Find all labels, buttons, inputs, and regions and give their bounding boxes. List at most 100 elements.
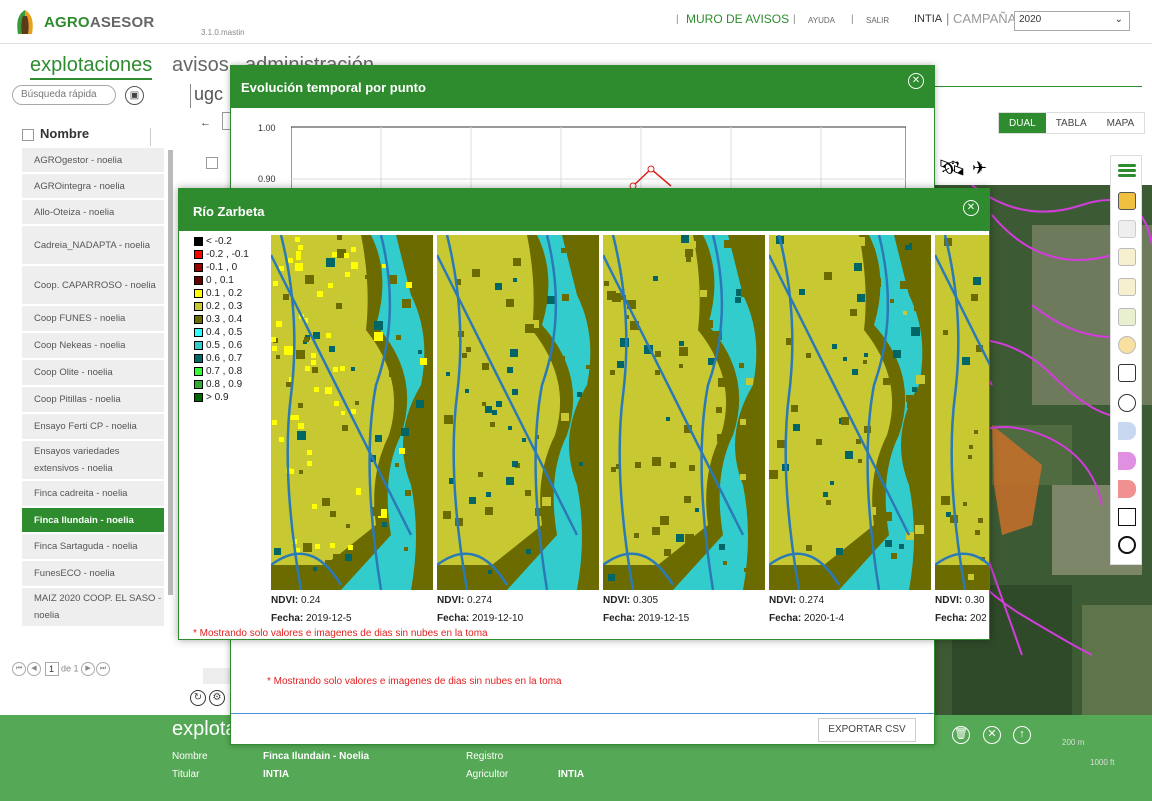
prev-page-icon[interactable]: ◀	[27, 662, 41, 676]
row-checkbox[interactable]	[206, 157, 218, 169]
drone-icon[interactable]: ✈	[972, 158, 998, 184]
legend-swatch	[194, 276, 203, 285]
list-item[interactable]: Coop. CAPARROSO - noelia	[22, 266, 164, 305]
export-csv-button[interactable]: EXPORTAR CSV	[818, 718, 916, 742]
close-icon[interactable]: ✕	[983, 726, 1001, 744]
legend-label: < -0.2	[206, 236, 232, 247]
titular-value: INTIA	[263, 769, 290, 780]
modal-header: Evolución temporal por punto	[231, 66, 934, 108]
list-item[interactable]: Allo-Oteiza - noelia	[22, 200, 164, 225]
list-item[interactable]: Coop FUNES - noelia	[22, 306, 164, 332]
legend-label: 0.2 , 0.3	[206, 301, 243, 312]
list-item[interactable]: Cadreia_NADAPTA - noelia	[22, 226, 164, 265]
nav-separator: |	[851, 14, 854, 25]
brand-name[interactable]: AGROASESOR	[44, 14, 154, 31]
map-edit-icon[interactable]	[1118, 308, 1136, 326]
list-header[interactable]: Nombre	[22, 126, 164, 148]
layers-icon[interactable]	[1118, 364, 1136, 382]
muro-avisos-link[interactable]: MURO DE AVISOS	[686, 12, 789, 26]
select-all-checkbox[interactable]	[22, 128, 34, 141]
salir-link[interactable]: SALIR	[866, 16, 889, 25]
save-icon[interactable]: ▣	[125, 86, 144, 105]
list-item[interactable]: Finca Ilundain - noelia	[22, 508, 164, 533]
measure-icon[interactable]	[1118, 394, 1136, 412]
nav-separator: |	[793, 14, 796, 25]
ndvi-caption: NDVI: 0.274	[437, 595, 493, 606]
next-page-icon[interactable]: ▶	[81, 662, 96, 676]
ndvi-image-tile[interactable]	[769, 235, 931, 590]
edit-polygon-icon[interactable]	[1118, 278, 1136, 296]
menu-icon[interactable]	[1118, 164, 1136, 167]
back-arrow-icon[interactable]: ←	[200, 117, 211, 129]
quick-search-input[interactable]: Búsqueda rápida	[12, 85, 116, 105]
y-tick: 0.90	[258, 174, 276, 184]
first-page-icon[interactable]: ⏮	[12, 662, 26, 676]
compass-icon[interactable]	[1118, 336, 1136, 354]
cloud-note: * Mostrando solo valores e imagenes de d…	[267, 676, 562, 687]
square-icon[interactable]	[1118, 508, 1136, 526]
shape-blue-icon[interactable]	[1118, 422, 1136, 440]
close-icon[interactable]: ✕	[963, 200, 979, 216]
legend-label: > 0.9	[206, 392, 229, 403]
list-item[interactable]: Coop Olite - noelia	[22, 360, 164, 386]
ndvi-image-tile[interactable]	[935, 235, 989, 590]
nombre-label: Nombre	[172, 751, 208, 762]
fecha-caption: Fecha: 2019-12-15	[603, 613, 690, 624]
view-dual-button[interactable]: DUAL	[999, 113, 1046, 133]
y-tick: 1.00	[258, 123, 276, 133]
ndvi-image-tile[interactable]	[603, 235, 765, 590]
list-item[interactable]: Coop Nekeas - noelia	[22, 333, 164, 359]
ugc-field[interactable]: ugc	[190, 84, 223, 108]
ndvi-image-tile[interactable]	[437, 235, 599, 590]
list-item[interactable]: Ensayo Ferti CP - noelia	[22, 414, 164, 440]
tab-avisos[interactable]: avisos	[172, 54, 229, 77]
close-icon[interactable]: ✕	[908, 73, 924, 89]
satellite-info-icon[interactable]: 🛰	[938, 155, 968, 185]
legend-swatch	[194, 302, 203, 311]
export-layer-icon[interactable]	[1118, 192, 1136, 210]
settings-icon[interactable]: ⚙	[209, 690, 225, 706]
list-item[interactable]: Finca Sartaguda - noelia	[22, 534, 164, 560]
tab-explotaciones[interactable]: explotaciones	[30, 54, 153, 80]
scale-feet: 1000 ft	[1090, 758, 1115, 767]
list-item[interactable]: AGROgestor - noelia	[22, 148, 164, 173]
ndvi-caption: NDVI: 0.305	[603, 595, 659, 606]
list-item[interactable]: FunesECO - noelia	[22, 561, 164, 587]
menu-icon-line	[1118, 169, 1136, 172]
ayuda-link[interactable]: AYUDA	[808, 16, 835, 25]
legend-swatch	[194, 380, 203, 389]
list-item[interactable]: Ensayos variedades extensivos - noelia	[22, 441, 164, 480]
list-item[interactable]: Finca cadreita - noelia	[22, 481, 164, 507]
refresh-icon[interactable]: ↻	[190, 690, 206, 706]
modal-header: Río Zarbeta	[179, 189, 989, 231]
view-tabla-button[interactable]: TABLA	[1046, 113, 1097, 133]
shape-red-icon[interactable]	[1118, 480, 1136, 498]
list-item[interactable]: AGROintegra - noelia	[22, 174, 164, 199]
legend-label: -0.2 , -0.1	[206, 249, 249, 260]
campaign-select[interactable]: 2020 ⌄	[1014, 11, 1130, 31]
ndvi-chart	[291, 126, 906, 194]
ndvi-caption: NDVI: 0.24	[271, 595, 321, 606]
globe-icon[interactable]	[1118, 536, 1136, 554]
legend-label: 0.5 , 0.6	[206, 340, 243, 351]
page-number-input[interactable]: 1	[44, 662, 59, 676]
list-scrollbar[interactable]	[168, 150, 173, 595]
cut-icon[interactable]	[1118, 248, 1136, 266]
divider	[231, 713, 934, 714]
last-page-icon[interactable]: ⏭	[96, 662, 111, 676]
map-toolbar	[1110, 155, 1142, 565]
legend-swatch	[194, 354, 203, 363]
agricultor-value: INTIA	[558, 769, 585, 780]
legend-swatch	[194, 263, 203, 272]
shape-purple-icon[interactable]	[1118, 452, 1136, 470]
arrow-up-icon[interactable]: ↑	[1013, 726, 1031, 744]
modal-title: Evolución temporal por punto	[241, 80, 426, 95]
view-mapa-button[interactable]: MAPA	[1097, 113, 1145, 133]
nav-separator: |	[676, 14, 679, 25]
list-item[interactable]: MAIZ 2020 COOP. EL SASO - noelia	[22, 588, 164, 627]
ndvi-image-tile[interactable]	[271, 235, 433, 590]
delete-icon[interactable]: 🗑	[952, 726, 970, 744]
legend-swatch	[194, 367, 203, 376]
list-item[interactable]: Coop Pitillas - noelia	[22, 387, 164, 413]
scale-meters: 200 m	[1062, 738, 1085, 747]
